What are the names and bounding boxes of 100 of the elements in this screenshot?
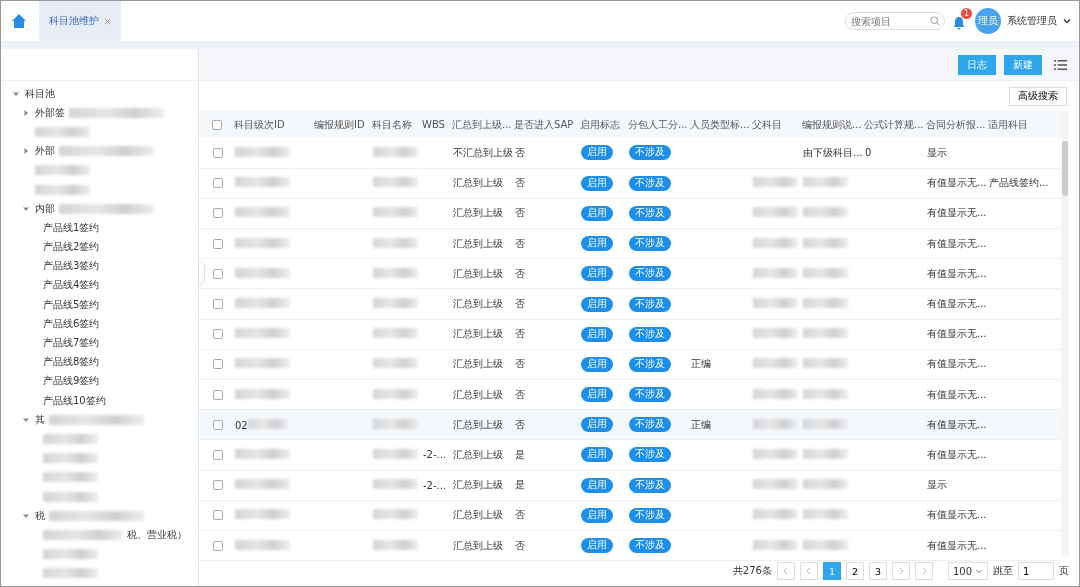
- table-cell: 02: [235, 419, 248, 431]
- table-cell: 汇总到上级: [453, 237, 503, 249]
- page-button[interactable]: 3: [868, 562, 887, 580]
- row-checkbox[interactable]: [213, 147, 223, 158]
- status-tag: 启用: [581, 538, 613, 554]
- select-all-checkbox[interactable]: [212, 119, 222, 130]
- scrollbar[interactable]: [1061, 111, 1069, 556]
- row-checkbox[interactable]: [213, 329, 223, 340]
- last-page-icon[interactable]: [914, 562, 933, 580]
- row-checkbox[interactable]: [213, 389, 223, 400]
- home-icon[interactable]: [11, 13, 27, 29]
- status-tag: 不涉及: [629, 538, 671, 554]
- status-tag: 不涉及: [629, 387, 671, 403]
- page-input[interactable]: 1: [1018, 562, 1054, 580]
- status-tag: 启用: [581, 387, 613, 403]
- status-tag: 不涉及: [629, 296, 671, 312]
- table-cell: 有值显示无...: [927, 418, 987, 430]
- tree-item[interactable]: 产品线9签约: [43, 374, 100, 389]
- row-checkbox[interactable]: [213, 178, 223, 189]
- row-checkbox[interactable]: [213, 208, 223, 219]
- status-tag: 不涉及: [629, 447, 671, 463]
- table-cell: 有值显示无...: [927, 267, 987, 279]
- status-tag: 启用: [581, 356, 613, 372]
- advanced-search-button[interactable]: 高级搜索: [1009, 86, 1067, 106]
- table-cell: 0: [865, 147, 872, 159]
- tree-item[interactable]: 科目池: [25, 86, 55, 101]
- table-cell: -2-...: [423, 449, 447, 461]
- row-checkbox[interactable]: [213, 480, 223, 491]
- table-cell: 汇总到上级: [453, 207, 503, 219]
- page-button[interactable]: 2: [845, 562, 864, 580]
- status-tag: 启用: [581, 175, 613, 191]
- table-cell: 正编: [691, 418, 711, 430]
- scrollbar-thumb[interactable]: [1062, 141, 1068, 196]
- first-page-icon[interactable]: [776, 562, 795, 580]
- tree-item[interactable]: 产品线7签约: [43, 336, 100, 351]
- table-cell: 否: [515, 539, 525, 551]
- row-checkbox[interactable]: [213, 419, 223, 430]
- tree-item[interactable]: 其: [35, 412, 45, 427]
- table-cell: 汇总到上级: [453, 539, 503, 551]
- table-cell: -2-...: [423, 479, 447, 491]
- row-checkbox[interactable]: [213, 359, 223, 370]
- table-cell: 否: [515, 388, 525, 400]
- table-cell: 显示: [927, 479, 947, 491]
- prev-page-icon[interactable]: [799, 562, 818, 580]
- table-cell: 汇总到上级: [453, 298, 503, 310]
- status-tag: 不涉及: [629, 205, 671, 221]
- tree-item[interactable]: 内部: [35, 201, 55, 216]
- status-tag: 不涉及: [629, 175, 671, 191]
- collapse-handle[interactable]: [198, 261, 205, 285]
- tree-item[interactable]: 税、营业税）: [127, 527, 187, 542]
- table-cell: 否: [515, 146, 525, 158]
- tree-item[interactable]: 税: [35, 508, 45, 523]
- row-checkbox[interactable]: [213, 299, 223, 310]
- status-tag: 启用: [581, 205, 613, 221]
- table-cell: 否: [515, 177, 525, 189]
- list-icon[interactable]: [1054, 58, 1067, 71]
- status-tag: 不涉及: [629, 266, 671, 282]
- tree-item[interactable]: 产品线8签约: [43, 355, 100, 370]
- tree-item[interactable]: 产品线2签约: [43, 240, 100, 255]
- status-tag: 不涉及: [629, 356, 671, 372]
- bell-icon[interactable]: [952, 16, 966, 30]
- table-cell: 有值显示无...: [927, 539, 987, 551]
- table-cell: 有值显示无...: [927, 358, 987, 370]
- row-checkbox[interactable]: [213, 238, 223, 249]
- table-cell: 汇总到上级: [453, 267, 503, 279]
- tree-item[interactable]: 产品线1签约: [43, 220, 100, 235]
- user-name[interactable]: 系统管理员: [1007, 14, 1057, 28]
- row-checkbox[interactable]: [213, 510, 223, 521]
- search-icon[interactable]: [930, 16, 940, 26]
- tab[interactable]: 科目池维护: [39, 1, 121, 41]
- table-cell: 汇总到上级: [453, 418, 503, 430]
- table-cell: 有值显示无...: [927, 237, 987, 249]
- table-cell: 否: [515, 298, 525, 310]
- tree-item[interactable]: 产品线4签约: [43, 278, 100, 293]
- row-checkbox[interactable]: [213, 449, 223, 460]
- table-cell: 有值显示无...: [927, 328, 987, 340]
- close-icon[interactable]: [104, 17, 111, 25]
- tree-item[interactable]: 外部: [35, 144, 55, 159]
- tree-item[interactable]: 产品线5签约: [43, 297, 100, 312]
- tree-item[interactable]: 产品线10签约: [43, 393, 106, 408]
- table-cell: 汇总到上级: [453, 177, 503, 189]
- status-tag: 不涉及: [629, 145, 671, 161]
- status-tag: 启用: [581, 236, 613, 252]
- caret-icon: [975, 567, 983, 575]
- table-cell: 汇总到上级: [453, 388, 503, 400]
- table-cell: 是: [515, 448, 525, 460]
- search-field[interactable]: 搜索项目: [845, 12, 945, 30]
- tree-item[interactable]: 产品线3签约: [43, 259, 100, 274]
- page-size-select[interactable]: 100: [947, 562, 988, 580]
- caret-icon[interactable]: [1063, 17, 1071, 25]
- table-cell: 不汇总到上级: [453, 146, 513, 158]
- notification-badge: 1: [961, 8, 972, 19]
- row-checkbox[interactable]: [213, 540, 223, 551]
- tree-item[interactable]: 外部签: [35, 105, 65, 120]
- status-tag: 不涉及: [629, 417, 671, 433]
- tree-item[interactable]: 产品线6签约: [43, 316, 100, 331]
- row-checkbox[interactable]: [213, 268, 223, 279]
- table-cell: 汇总到上级: [453, 358, 503, 370]
- next-page-icon[interactable]: [891, 562, 910, 580]
- status-tag: 启用: [581, 477, 613, 493]
